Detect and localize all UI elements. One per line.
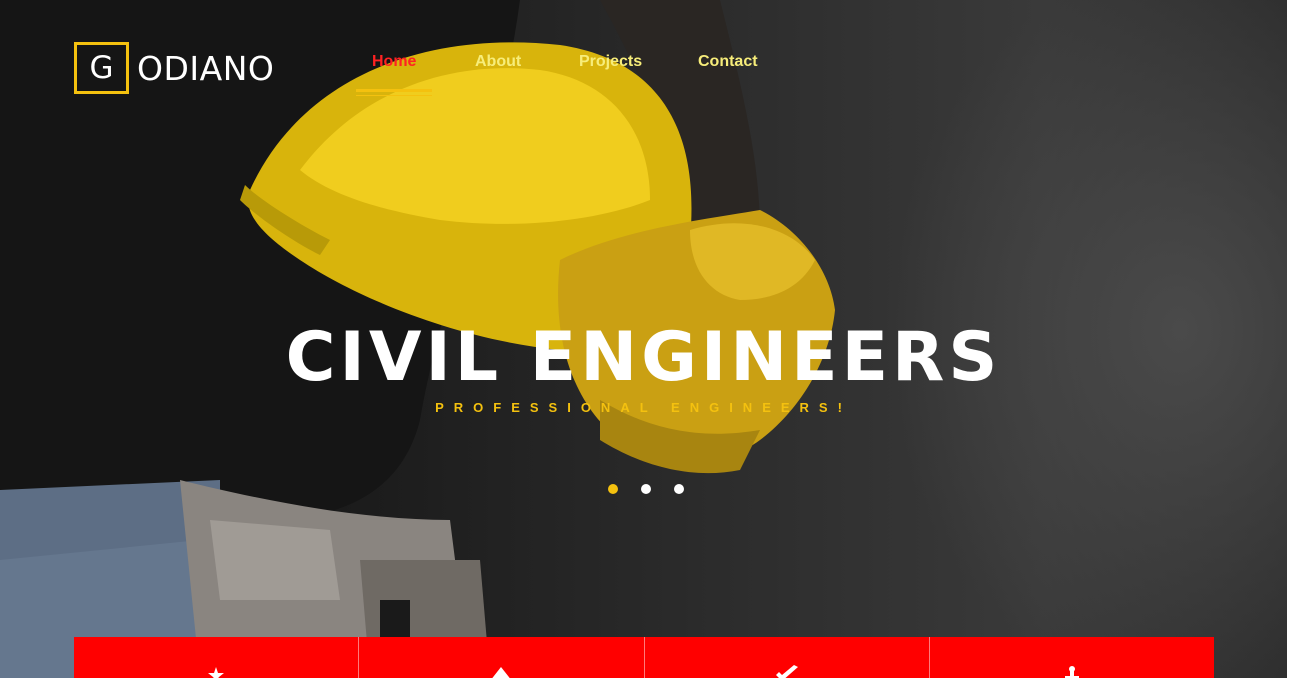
nav-active-underline — [356, 89, 432, 92]
crane-icon — [1064, 666, 1079, 678]
warning-icon — [492, 667, 511, 678]
tools-icon — [208, 667, 225, 678]
slider-pagination — [608, 484, 688, 494]
slider-dot-3[interactable] — [674, 484, 684, 494]
logo-letter: G — [89, 50, 114, 86]
feature-safety[interactable] — [358, 637, 644, 678]
nav-contact[interactable]: Contact — [698, 50, 758, 74]
logo-text: ODIANO — [137, 48, 275, 88]
slider-dot-2[interactable] — [641, 484, 651, 494]
feature-bar — [74, 637, 1214, 678]
feature-tools[interactable] — [74, 637, 359, 678]
slider-dot-1[interactable] — [608, 484, 618, 494]
feature-repair[interactable] — [643, 637, 929, 678]
hero-title: CIVIL ENGINEERS — [285, 318, 1002, 397]
nav-home[interactable]: Home — [372, 50, 416, 74]
nav-active-underline-thin — [356, 95, 432, 96]
nav-projects[interactable]: Projects — [579, 50, 642, 74]
wrench-icon — [775, 665, 798, 678]
nav-about[interactable]: About — [475, 50, 521, 74]
page-edge-strip — [1287, 0, 1304, 678]
site-logo[interactable]: G ODIANO — [74, 42, 274, 94]
hero-subtitle: PROFESSIONAL ENGINEERS! — [435, 400, 852, 415]
feature-construction[interactable] — [928, 637, 1214, 678]
logo-letter-box: G — [74, 42, 129, 94]
